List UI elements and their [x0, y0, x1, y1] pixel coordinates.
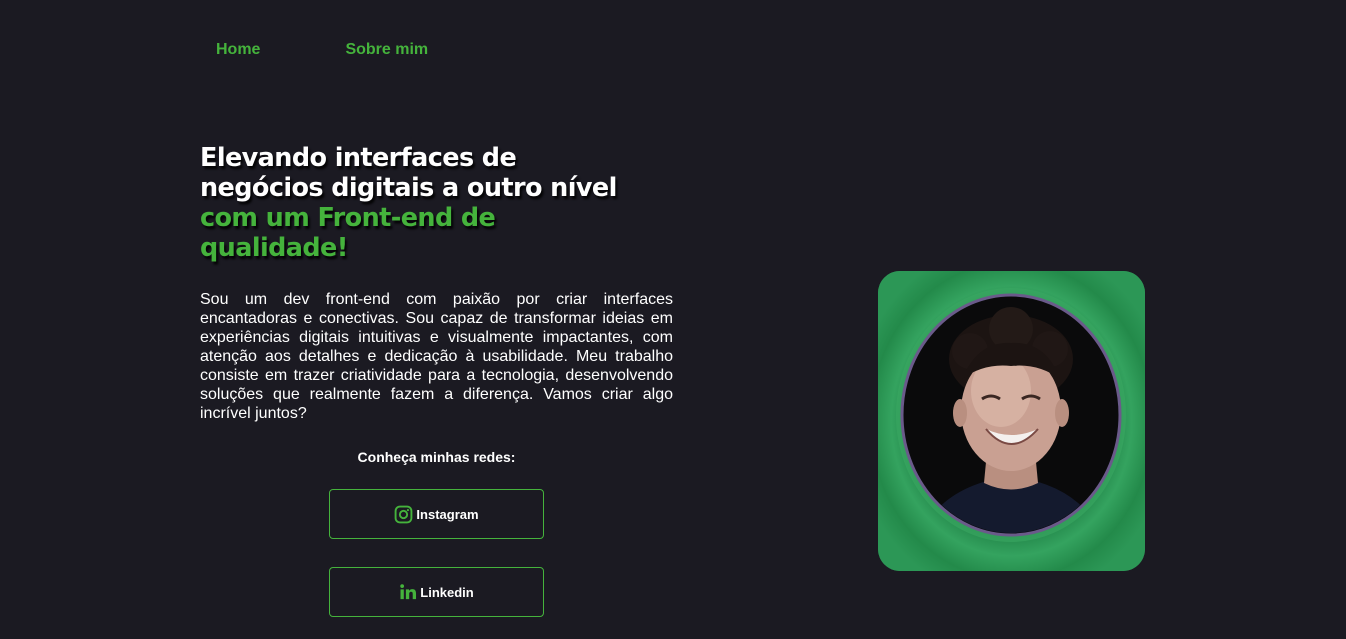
hero-title: Elevando interfaces de negócios digitais…: [200, 143, 700, 263]
networks-title: Conheça minhas redes:: [357, 449, 516, 465]
instagram-icon: [394, 505, 413, 524]
nav-about-link[interactable]: Sobre mim: [345, 40, 428, 60]
page: Home Sobre mim Elevando interfaces de ne…: [0, 0, 1346, 639]
nav-home-link[interactable]: Home: [216, 40, 260, 60]
linkedin-label: Linkedin: [420, 584, 474, 600]
instagram-label: Instagram: [416, 506, 479, 522]
hero-title-line-1: Elevando interfaces de: [200, 143, 517, 173]
hero-title-line-4: qualidade!: [200, 233, 348, 263]
linkedin-icon: [399, 583, 417, 601]
top-nav: Home Sobre mim: [216, 40, 428, 60]
linkedin-button[interactable]: Linkedin: [329, 567, 544, 617]
instagram-button[interactable]: Instagram: [329, 489, 544, 539]
hero-title-line-3: com um Front-end de: [200, 203, 496, 233]
profile-photo: [878, 271, 1145, 571]
hero-title-line-2: negócios digitais a outro nível: [200, 173, 617, 203]
bio-paragraph: Sou um dev front-end com paixão por cria…: [200, 291, 673, 422]
profile-photo-card: [878, 271, 1145, 571]
